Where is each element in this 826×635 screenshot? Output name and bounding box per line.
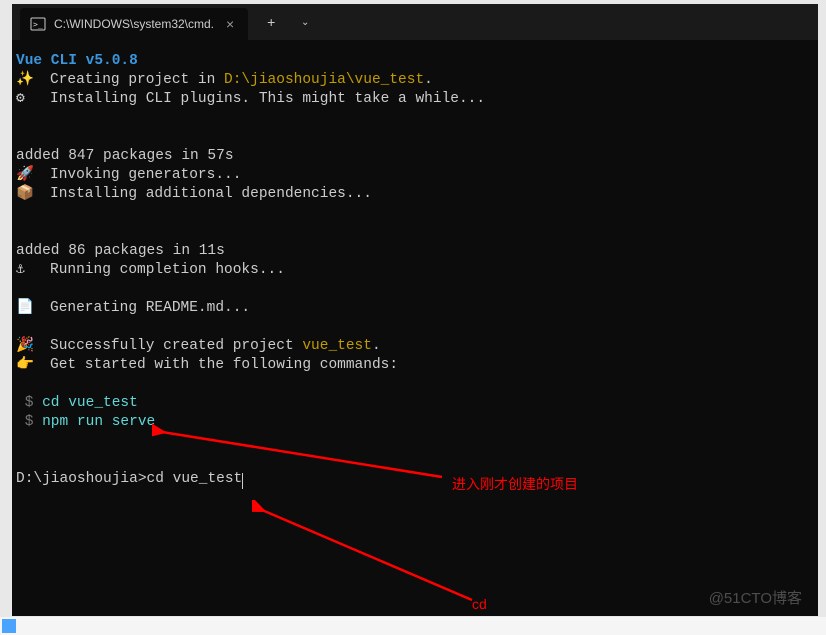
- sparkle-icon: ✨: [16, 71, 50, 90]
- running-hooks: Running completion hooks...: [50, 262, 285, 278]
- cmd2: npm run serve: [42, 414, 155, 430]
- tab-actions: + ⌄: [256, 7, 320, 37]
- terminal-window: >_ C:\WINDOWS\system32\cmd. × + ⌄ Vue CL…: [12, 4, 818, 616]
- new-tab-button[interactable]: +: [256, 7, 286, 37]
- cmd1-prefix: $: [16, 395, 42, 411]
- bottom-bar: [0, 617, 826, 635]
- cmd2-prefix: $: [16, 414, 42, 430]
- annotation-2: cd: [472, 595, 487, 613]
- tab-title: C:\WINDOWS\system32\cmd.: [54, 17, 214, 31]
- gear-icon: ⚙: [16, 90, 50, 109]
- package-icon: 📦: [16, 185, 50, 204]
- creating-text: Creating project in: [50, 72, 224, 88]
- anchor-icon: ⚓: [16, 261, 50, 280]
- success-prefix: Successfully created project: [50, 338, 302, 354]
- invoking-text: Invoking generators...: [50, 167, 241, 183]
- hand-icon: 👉: [16, 356, 50, 375]
- terminal-output[interactable]: Vue CLI v5.0.8 ✨Creating project in D:\j…: [12, 40, 818, 616]
- annotation-1: 进入刚才创建的项目: [452, 475, 578, 493]
- cmd-icon: >_: [30, 16, 46, 32]
- watermark: @51CTO博客: [709, 587, 802, 608]
- cmd1: cd vue_test: [42, 395, 138, 411]
- installing-cli: Installing CLI plugins. This might take …: [50, 91, 485, 107]
- rocket-icon: 🚀: [16, 166, 50, 185]
- tab-dropdown-button[interactable]: ⌄: [290, 7, 320, 37]
- title-bar: >_ C:\WINDOWS\system32\cmd. × + ⌄: [12, 4, 818, 40]
- app-icon[interactable]: [2, 619, 16, 633]
- added-packages-1: added 847 packages in 57s: [16, 148, 234, 164]
- cursor: [242, 473, 243, 489]
- typed-command: cd vue_test: [147, 471, 243, 487]
- party-icon: 🎉: [16, 337, 50, 356]
- arrow-2: [252, 500, 482, 610]
- close-icon[interactable]: ×: [222, 16, 238, 32]
- page-icon: 📄: [16, 299, 50, 318]
- installing-deps: Installing additional dependencies...: [50, 186, 372, 202]
- svg-text:>_: >_: [33, 20, 43, 29]
- added-packages-2: added 86 packages in 11s: [16, 243, 225, 259]
- success-name: vue_test: [302, 338, 372, 354]
- generating-text: Generating README.md...: [50, 300, 250, 316]
- vue-cli-header: Vue CLI v5.0.8: [16, 53, 138, 69]
- getstarted-text: Get started with the following commands:: [50, 357, 398, 373]
- prompt: D:\jiaoshoujia>: [16, 471, 147, 487]
- tab-cmd[interactable]: >_ C:\WINDOWS\system32\cmd. ×: [20, 8, 248, 40]
- project-path: D:\jiaoshoujia\vue_test: [224, 72, 424, 88]
